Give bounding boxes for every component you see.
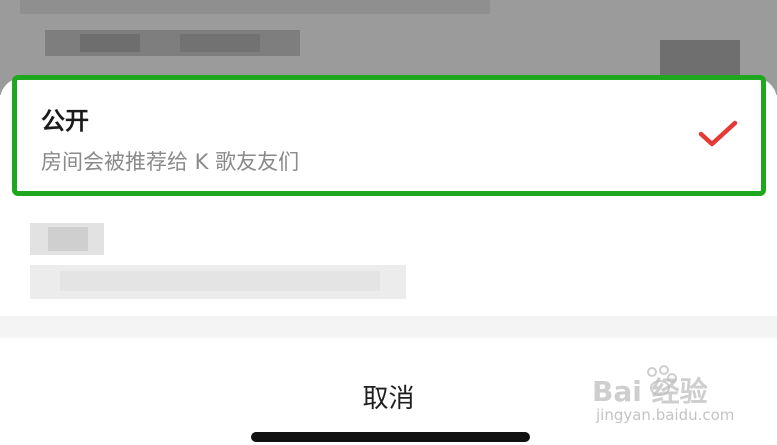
checkmark-icon <box>698 120 738 147</box>
watermark-logo: Bai 经验 jingyan.baidu.com <box>592 360 742 432</box>
blurred-avatar <box>660 40 740 80</box>
home-indicator[interactable] <box>251 432 530 442</box>
screen: 公开 房间会被推荐给 K 歌友友们 取消 Bai 经验 jingyan.baid… <box>0 0 777 445</box>
divider <box>0 316 777 338</box>
blurred-text <box>80 34 140 52</box>
cancel-label: 取消 <box>362 384 415 414</box>
watermark-url: jingyan.baidu.com <box>596 406 735 424</box>
blurred-description <box>60 271 380 291</box>
option-title: 公开 <box>41 107 89 135</box>
watermark-brand: Bai 经验 <box>592 375 708 408</box>
option-private[interactable] <box>0 203 777 308</box>
option-description: 房间会被推荐给 K 歌友友们 <box>41 150 300 174</box>
blurred-title <box>48 227 88 251</box>
blurred-text <box>180 34 260 52</box>
option-public[interactable]: 公开 房间会被推荐给 K 歌友友们 <box>12 75 766 196</box>
blurred-text <box>20 0 490 14</box>
